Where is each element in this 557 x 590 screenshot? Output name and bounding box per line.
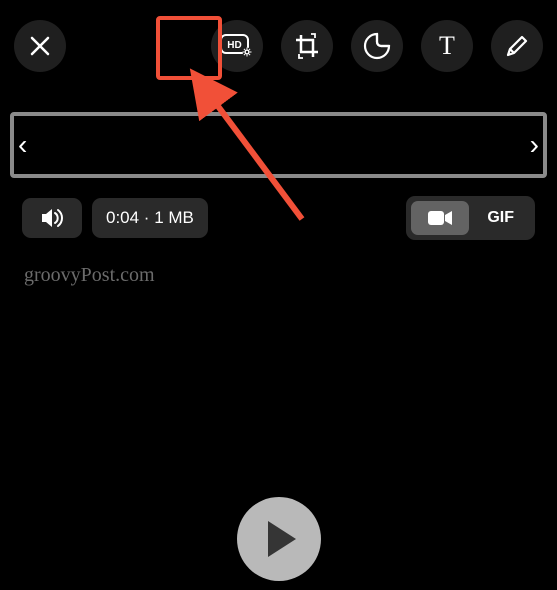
play-icon (268, 521, 296, 557)
info-row: 0:04 · 1 MB GIF (0, 178, 557, 240)
close-button[interactable] (14, 20, 66, 72)
text-icon: T (439, 31, 455, 61)
draw-icon (504, 33, 530, 59)
format-video-option[interactable] (411, 201, 469, 235)
trim-handle-right[interactable]: › (530, 129, 539, 161)
video-trim-track[interactable]: ‹ › (10, 112, 547, 178)
format-gif-option[interactable]: GIF (471, 201, 530, 235)
hd-quality-icon: HD (220, 34, 254, 58)
sticker-button[interactable] (351, 20, 403, 72)
play-button[interactable] (237, 497, 321, 581)
draw-button[interactable] (491, 20, 543, 72)
video-icon (427, 209, 453, 227)
close-icon (29, 35, 51, 57)
crop-rotate-button[interactable] (281, 20, 333, 72)
video-meta-info: 0:04 · 1 MB (92, 198, 208, 238)
svg-text:HD: HD (227, 40, 241, 51)
trim-handle-left[interactable]: ‹ (18, 129, 27, 161)
speaker-icon (40, 208, 64, 228)
sticker-icon (363, 32, 391, 60)
format-toggle: GIF (406, 196, 535, 240)
crop-rotate-icon (293, 32, 321, 60)
hd-quality-button[interactable]: HD (211, 20, 263, 72)
sound-toggle[interactable] (22, 198, 82, 238)
text-button[interactable]: T (421, 20, 473, 72)
editor-toolbar: HD T (0, 0, 557, 72)
watermark-text: groovyPost.com (0, 240, 557, 287)
